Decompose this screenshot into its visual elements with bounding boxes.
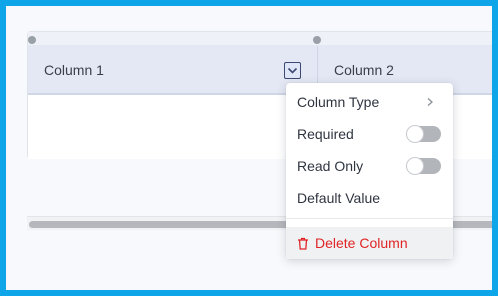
- trash-icon: [298, 237, 308, 250]
- menu-item-label: Delete Column: [315, 235, 408, 251]
- menu-item-read-only[interactable]: Read Only: [286, 150, 453, 182]
- chevron-right-icon: [427, 98, 433, 106]
- column-2-title: Column 2: [334, 61, 394, 78]
- column-1-title: Column 1: [44, 61, 104, 78]
- required-toggle[interactable]: [406, 125, 441, 143]
- menu-item-label: Read Only: [297, 158, 364, 174]
- read-only-toggle[interactable]: [406, 157, 441, 175]
- menu-item-delete-column[interactable]: Delete Column: [286, 227, 453, 259]
- menu-item-label: Default Value: [297, 190, 381, 206]
- menu-item-required[interactable]: Required: [286, 118, 453, 150]
- toggle-knob: [406, 157, 424, 175]
- toggle-knob: [406, 125, 424, 143]
- menu-item-default-value[interactable]: Default Value: [286, 182, 453, 214]
- column-1-header[interactable]: Column 1: [44, 46, 104, 93]
- menu-item-label: Column Type: [297, 94, 380, 110]
- column-resize-strip: [28, 32, 492, 46]
- column-2-drag-handle[interactable]: [313, 36, 321, 44]
- menu-divider: [286, 218, 453, 219]
- menu-item-column-type[interactable]: Column Type: [286, 86, 453, 118]
- menu-item-label: Required: [297, 126, 354, 142]
- column-1-menu-button[interactable]: [284, 62, 301, 79]
- editor-canvas: Column 1 Column 2 Column Type Required R…: [6, 6, 492, 290]
- chevron-down-icon: [287, 67, 298, 74]
- column-1-drag-handle[interactable]: [28, 36, 36, 44]
- column-context-menu: Column Type Required Read Only Default V…: [286, 83, 453, 259]
